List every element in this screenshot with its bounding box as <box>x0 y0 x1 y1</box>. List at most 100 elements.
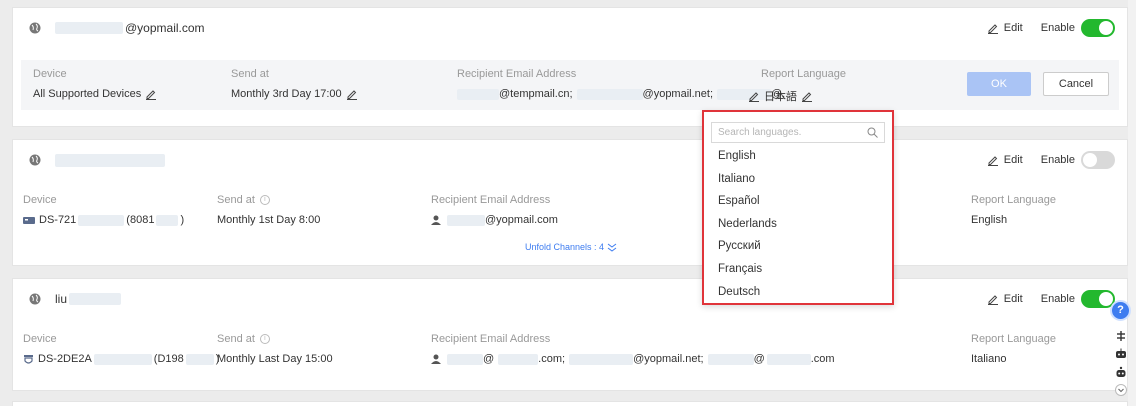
language-option-english[interactable]: English <box>704 145 892 168</box>
edit-button[interactable]: Edit <box>1004 154 1023 166</box>
redacted-email <box>457 88 499 100</box>
redacted-email <box>447 214 485 226</box>
globe-icon <box>29 22 41 34</box>
send-at-label: Send at <box>231 68 269 80</box>
edit-icon[interactable] <box>987 154 999 166</box>
chevron-down-icon[interactable] <box>1115 384 1127 396</box>
enable-toggle[interactable] <box>1081 19 1115 37</box>
info-icon[interactable]: i <box>259 334 270 344</box>
recipient-email: @yopmail.com <box>485 214 558 226</box>
recipient-label: Recipient Email Address <box>431 333 551 345</box>
redacted-email <box>707 353 754 365</box>
redacted-email <box>569 353 634 365</box>
redacted-email <box>55 22 123 34</box>
device-suffix: ) <box>180 214 185 226</box>
redacted-serial <box>93 353 152 365</box>
globe-icon <box>29 154 41 166</box>
enable-label: Enable <box>1040 154 1075 166</box>
rule-card-4 <box>12 401 1128 406</box>
language-field[interactable]: 日本語 <box>749 88 813 104</box>
redacted-title <box>69 293 122 305</box>
edit-pencil-icon[interactable] <box>802 91 813 102</box>
redacted-email <box>498 353 539 365</box>
language-dropdown: English Italiano Español Nederlands Русс… <box>702 110 894 305</box>
rule-header: @yopmail.com <box>13 8 1127 48</box>
device-port: (8081 <box>126 214 155 226</box>
adjust-icon[interactable] <box>1115 330 1127 342</box>
rule-header <box>13 140 1127 180</box>
redacted-title <box>55 153 165 167</box>
device-label: Device <box>33 68 67 80</box>
edit-form: Device Send at Recipient Email Address R… <box>21 60 1119 110</box>
edit-icon[interactable] <box>987 293 999 305</box>
rule-card-3: liu Edit Enable Device Send at i Recipien… <box>12 278 1128 391</box>
language-option-nederlands[interactable]: Nederlands <box>704 213 892 236</box>
language-option-espanol[interactable]: Español <box>704 190 892 213</box>
rule-header: liu <box>13 279 1127 319</box>
bot-icon[interactable] <box>1115 366 1127 378</box>
floating-toolbar: ? <box>1110 300 1133 406</box>
globe-icon <box>29 293 41 305</box>
cancel-button[interactable]: Cancel <box>1043 72 1109 96</box>
language-option-italiano[interactable]: Italiano <box>704 168 892 191</box>
recipient-value: @ .com; @yopmail.net; @ .com <box>431 353 835 365</box>
recipient-part: @ <box>753 353 765 365</box>
recipient-part: @tempmail.cn; <box>499 88 573 100</box>
edit-pencil-icon[interactable] <box>346 89 358 100</box>
language-search-input[interactable] <box>718 127 867 138</box>
camera-device-icon <box>24 354 33 364</box>
send-at-value: Monthly Last Day 15:00 <box>217 353 333 365</box>
redacted-serial <box>156 214 179 226</box>
send-at-field[interactable]: Monthly 3rd Day 17:00 <box>231 88 358 100</box>
language-label: Report Language <box>761 68 847 80</box>
device-field[interactable]: All Supported Devices <box>33 88 157 100</box>
language-value: 日本語 <box>764 91 797 103</box>
device-value: DS-2DE2A (D198 ) <box>23 353 219 365</box>
device-name: DS-721 <box>39 214 77 226</box>
info-icon[interactable]: i <box>259 195 270 205</box>
redacted-serial <box>185 353 214 365</box>
device-label: Device <box>23 333 57 345</box>
edit-pencil-icon[interactable] <box>146 89 157 100</box>
edit-icon[interactable] <box>987 22 999 34</box>
redacted-email <box>576 88 643 100</box>
user-icon <box>431 215 441 225</box>
recipient-value: @yopmail.com <box>431 214 558 226</box>
edit-pencil-icon[interactable] <box>749 91 760 102</box>
recipient-field[interactable]: @tempmail.cn; @yopmail.net; @... <box>457 88 791 100</box>
rule-title: @yopmail.com <box>125 21 205 35</box>
language-option-deutsch[interactable]: Deutsch <box>704 281 892 304</box>
recipient-part: .com; <box>538 353 566 365</box>
redacted-serial <box>78 214 125 226</box>
robot-icon[interactable] <box>1115 348 1127 360</box>
language-search[interactable] <box>711 122 885 143</box>
enable-toggle[interactable] <box>1081 151 1115 169</box>
language-label: Report Language <box>971 194 1057 206</box>
language-option-russian[interactable]: Русский <box>704 235 892 258</box>
recipient-label: Recipient Email Address <box>431 194 551 206</box>
device-label: Device <box>23 194 57 206</box>
send-at-label: Send at i <box>217 194 270 206</box>
device-value: DS-721 (8081 ) <box>23 214 184 226</box>
redacted-email <box>766 353 811 365</box>
search-icon[interactable] <box>867 127 878 138</box>
rule-actions: Edit Enable <box>987 279 1115 319</box>
edit-button[interactable]: Edit <box>1004 22 1023 34</box>
recipient-part: @yopmail.net; <box>633 353 704 365</box>
rule-card-1: @yopmail.com Edit Enable Device Send at … <box>12 7 1128 127</box>
language-option-francais[interactable]: Français <box>704 258 892 281</box>
double-chevron-down-icon <box>607 243 617 252</box>
language-label: Report Language <box>971 333 1057 345</box>
device-name: DS-2DE2A <box>38 353 92 365</box>
language-value: Italiano <box>971 353 1007 365</box>
help-icon[interactable]: ? <box>1110 300 1131 321</box>
redacted-email <box>447 353 483 365</box>
ok-button[interactable]: OK <box>967 72 1031 96</box>
rule-actions: Edit Enable <box>987 8 1115 48</box>
device-model: (D198 <box>153 353 184 365</box>
language-value: English <box>971 214 1008 226</box>
send-at-value: Monthly 1st Day 8:00 <box>217 214 321 226</box>
send-at-label: Send at i <box>217 333 270 345</box>
unfold-channels-link[interactable]: Unfold Channels : 4 <box>525 242 617 252</box>
edit-button[interactable]: Edit <box>1004 293 1023 305</box>
